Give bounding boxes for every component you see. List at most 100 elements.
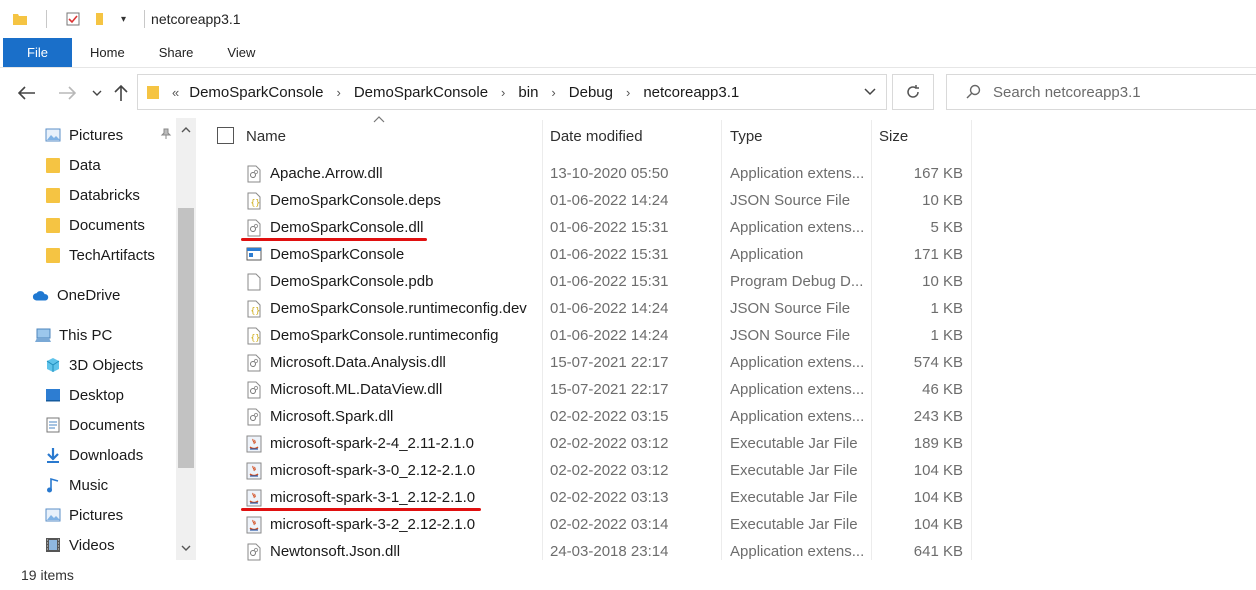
- nav-item-documents-quick[interactable]: Documents: [44, 210, 145, 240]
- nav-item-techartifacts[interactable]: TechArtifacts: [44, 240, 155, 270]
- address-bar[interactable]: « DemoSparkConsole › DemoSparkConsole › …: [137, 74, 887, 110]
- file-name: Microsoft.Data.Analysis.dll: [270, 354, 446, 371]
- file-type: Application extens...: [730, 165, 865, 182]
- nav-item-onedrive[interactable]: OneDrive: [32, 280, 120, 310]
- scroll-down-icon[interactable]: [176, 536, 196, 560]
- tab-view[interactable]: View: [210, 38, 272, 67]
- nav-item-label: Pictures: [69, 126, 124, 144]
- file-type: Executable Jar File: [730, 489, 858, 506]
- file-row[interactable]: DemoSparkConsole 01-06-2022 15:31 Applicat…: [240, 241, 980, 268]
- breadcrumb-item[interactable]: DemoSparkConsole: [189, 84, 323, 101]
- sort-ascending-icon: [373, 114, 385, 126]
- nav-item-3d-objects[interactable]: 3D Objects: [44, 350, 143, 380]
- nav-item-label: Databricks: [69, 186, 140, 204]
- file-row[interactable]: {} DemoSparkConsole.runtimeconfig 01-06-20…: [240, 322, 980, 349]
- file-row[interactable]: microsoft-spark-3-2_2.12-2.1.0 02-02-2022…: [240, 511, 980, 538]
- file-type: Executable Jar File: [730, 435, 858, 452]
- nav-item-videos[interactable]: Videos: [44, 530, 115, 560]
- breadcrumb: DemoSparkConsole › DemoSparkConsole › bi…: [189, 84, 739, 101]
- refresh-button[interactable]: [892, 74, 934, 110]
- up-button[interactable]: [108, 80, 134, 106]
- overflow-chevron-icon[interactable]: «: [172, 85, 179, 100]
- tab-share[interactable]: Share: [142, 38, 211, 67]
- column-header-size[interactable]: Size: [879, 120, 908, 152]
- tab-file[interactable]: File: [3, 38, 72, 67]
- file-row[interactable]: Microsoft.Spark.dll 02-02-2022 03:15 Appli…: [240, 403, 980, 430]
- breadcrumb-item[interactable]: Debug: [569, 84, 613, 101]
- breadcrumb-item[interactable]: DemoSparkConsole: [354, 84, 488, 101]
- dll-icon: [246, 165, 262, 183]
- dll-icon: [246, 354, 262, 372]
- json-icon: {}: [246, 192, 262, 210]
- chevron-right-icon[interactable]: ›: [626, 85, 630, 100]
- file-name: Microsoft.Spark.dll: [270, 408, 394, 425]
- new-folder-icon[interactable]: [93, 11, 109, 27]
- nav-item-databricks[interactable]: Databricks: [44, 180, 140, 210]
- window-title: netcoreapp3.1: [151, 11, 241, 27]
- chevron-right-icon[interactable]: ›: [551, 85, 555, 100]
- dll-icon: [246, 408, 262, 426]
- nav-item-data[interactable]: Data: [44, 150, 101, 180]
- column-header-type[interactable]: Type: [730, 120, 763, 152]
- nav-item-pictures[interactable]: Pictures: [44, 500, 123, 530]
- file-type: JSON Source File: [730, 192, 851, 209]
- forward-button[interactable]: [54, 80, 80, 106]
- search-box[interactable]: Search netcoreapp3.1: [946, 74, 1256, 110]
- file-row[interactable]: Microsoft.ML.DataView.dll 15-07-2021 22:1…: [240, 376, 980, 403]
- nav-item-pictures-quick[interactable]: Pictures: [44, 120, 123, 150]
- nav-item-downloads[interactable]: Downloads: [44, 440, 143, 470]
- jar-icon: [246, 489, 262, 507]
- file-row[interactable]: {} DemoSparkConsole.runtimeconfig.dev 01-0…: [240, 295, 980, 322]
- file-name: microsoft-spark-3-2_2.12-2.1.0: [270, 516, 476, 533]
- search-input[interactable]: Search netcoreapp3.1: [993, 84, 1141, 101]
- file-row[interactable]: microsoft-spark-2-4_2.11-2.1.0 02-02-2022…: [240, 430, 980, 457]
- file-date: 02-02-2022 03:14: [550, 516, 669, 533]
- customize-toolbar-icon[interactable]: ▾: [121, 14, 126, 25]
- back-button[interactable]: [14, 80, 40, 106]
- file-row[interactable]: Microsoft.Data.Analysis.dll 15-07-2021 22…: [240, 349, 980, 376]
- select-all-checkbox[interactable]: [217, 127, 234, 144]
- chevron-right-icon[interactable]: ›: [501, 85, 505, 100]
- file-row[interactable]: DemoSparkConsole.pdb 01-06-2022 15:31 Prog…: [240, 268, 980, 295]
- nav-item-documents[interactable]: Documents: [44, 410, 145, 440]
- recent-locations-chevron-icon[interactable]: [84, 80, 110, 106]
- nav-scrollbar[interactable]: [176, 118, 196, 560]
- status-bar: 19 items: [0, 560, 1256, 590]
- nav-item-label: 3D Objects: [69, 356, 144, 374]
- properties-icon[interactable]: [65, 11, 81, 27]
- pin-icon[interactable]: [160, 128, 172, 143]
- column-header-date[interactable]: Date modified: [550, 120, 643, 152]
- chevron-right-icon[interactable]: ›: [336, 85, 340, 100]
- column-header-name[interactable]: Name: [246, 120, 286, 152]
- file-row[interactable]: DemoSparkConsole.dll 01-06-2022 15:31 Appl…: [240, 214, 980, 241]
- scroll-up-icon[interactable]: [176, 118, 196, 142]
- file-name: Microsoft.ML.DataView.dll: [270, 381, 443, 398]
- file-row[interactable]: microsoft-spark-3-0_2.12-2.1.0 02-02-2022…: [240, 457, 980, 484]
- nav-item-label: OneDrive: [57, 286, 121, 304]
- file-name: microsoft-spark-3-1_2.12-2.1.0: [270, 489, 476, 506]
- address-dropdown-icon[interactable]: [864, 88, 876, 96]
- file-date: 01-06-2022 14:24: [550, 327, 669, 344]
- dll-icon: [246, 543, 262, 561]
- documents-icon: [44, 417, 62, 433]
- nav-item-label: Desktop: [69, 386, 125, 404]
- title-bar: ▾ netcoreapp3.1: [0, 0, 1256, 38]
- file-size: 10 KB: [922, 192, 963, 209]
- file-date: 02-02-2022 03:12: [550, 435, 669, 452]
- computer-icon: [34, 327, 52, 343]
- nav-item-this-pc[interactable]: This PC: [34, 320, 112, 350]
- nav-item-music[interactable]: Music: [44, 470, 108, 500]
- file-row[interactable]: Apache.Arrow.dll 13-10-2020 05:50 Applicat…: [240, 160, 980, 187]
- file-name: DemoSparkConsole.dll: [270, 219, 424, 236]
- tab-home[interactable]: Home: [72, 38, 142, 67]
- file-size: 5 KB: [930, 219, 963, 236]
- scroll-thumb[interactable]: [178, 208, 194, 468]
- breadcrumb-item[interactable]: bin: [518, 84, 538, 101]
- nav-item-desktop[interactable]: Desktop: [44, 380, 124, 410]
- nav-item-label: This PC: [59, 326, 113, 344]
- file-name: Apache.Arrow.dll: [270, 165, 383, 182]
- file-row[interactable]: microsoft-spark-3-1_2.12-2.1.0 02-02-2022…: [240, 484, 980, 511]
- file-row[interactable]: {} DemoSparkConsole.deps 01-06-2022 14:24 J…: [240, 187, 980, 214]
- file-name: microsoft-spark-3-0_2.12-2.1.0: [270, 462, 476, 479]
- breadcrumb-item[interactable]: netcoreapp3.1: [643, 84, 739, 101]
